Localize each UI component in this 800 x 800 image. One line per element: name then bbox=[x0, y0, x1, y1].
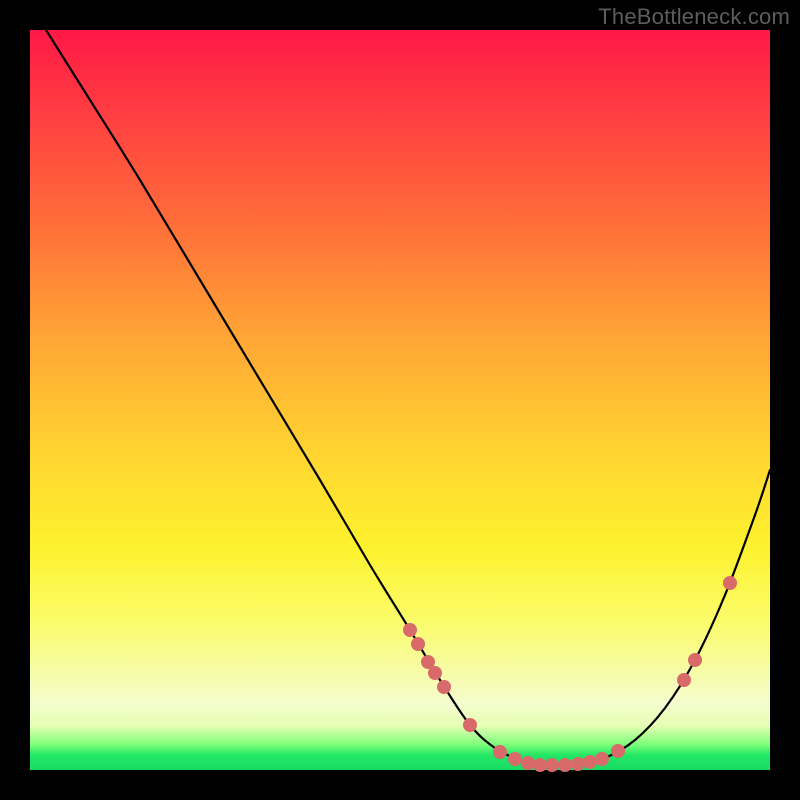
curve-marker bbox=[723, 576, 737, 590]
curve-marker bbox=[437, 680, 451, 694]
curve-marker bbox=[428, 666, 442, 680]
curve-marker bbox=[463, 718, 477, 732]
curve-marker bbox=[521, 756, 535, 770]
bottleneck-curve bbox=[46, 30, 770, 766]
curve-marker bbox=[403, 623, 417, 637]
curve-marker bbox=[411, 637, 425, 651]
chart-frame: TheBottleneck.com bbox=[0, 0, 800, 800]
curve-markers bbox=[403, 576, 737, 772]
curve-marker bbox=[493, 745, 507, 759]
chart-overlay bbox=[30, 30, 770, 770]
curve-marker bbox=[688, 653, 702, 667]
watermark-text: TheBottleneck.com bbox=[598, 4, 790, 30]
curve-marker bbox=[611, 744, 625, 758]
curve-marker bbox=[558, 758, 572, 772]
curve-marker bbox=[583, 755, 597, 769]
curve-marker bbox=[595, 752, 609, 766]
curve-marker bbox=[533, 758, 547, 772]
curve-marker bbox=[508, 752, 522, 766]
curve-marker bbox=[677, 673, 691, 687]
curve-marker bbox=[545, 758, 559, 772]
curve-marker bbox=[571, 757, 585, 771]
